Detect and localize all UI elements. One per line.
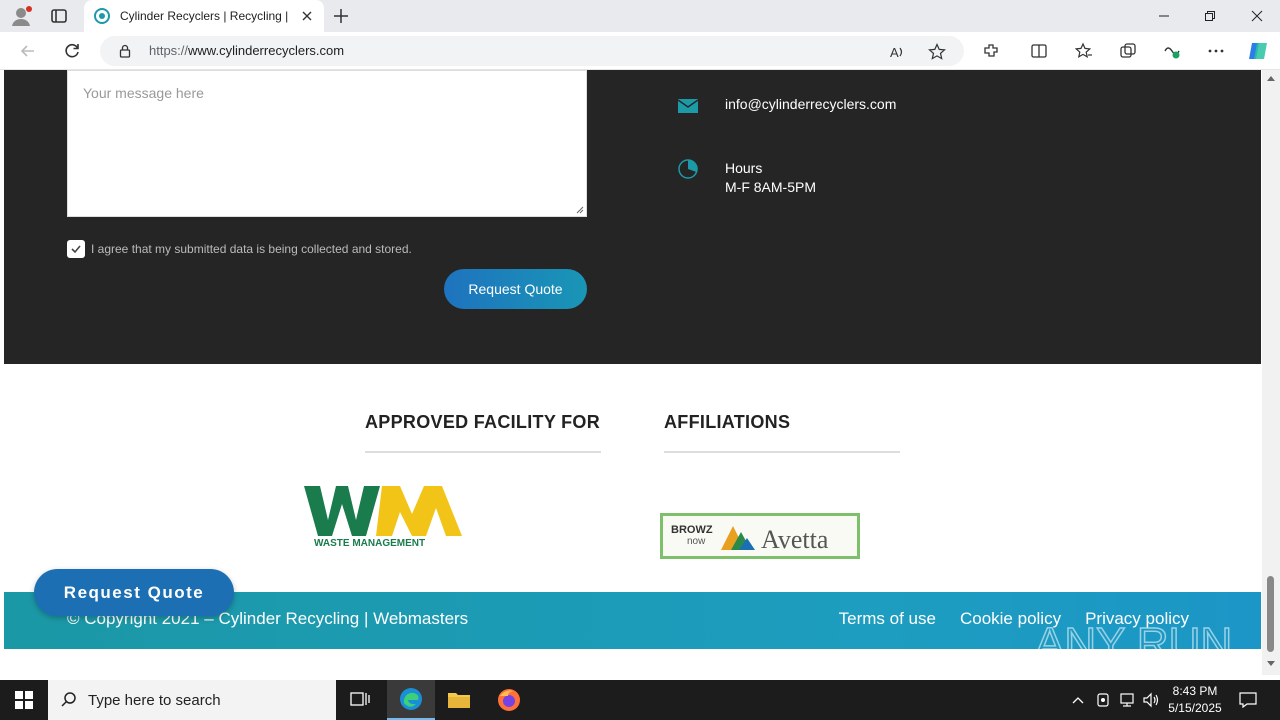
device-icon [1097,693,1109,707]
task-view-icon [350,692,370,706]
contact-hours-row: Hours M-F 8AM-5PM [678,159,816,197]
contact-email-row: info@cylinderrecyclers.com [678,96,896,116]
site-favicon-icon [94,8,110,24]
avetta-logo: BROWZ now Avetta [660,513,860,559]
browz-text: BROWZ [671,524,713,536]
read-aloud-icon[interactable]: A [888,43,906,61]
favorite-star-icon[interactable] [928,43,946,61]
svg-text:A: A [890,45,899,60]
favorites-icon[interactable] [1075,42,1093,60]
refresh-icon[interactable] [62,41,82,61]
page-scrollbar[interactable] [1262,70,1280,675]
address-bar-row: https://www.cylinderrecyclers.com A [0,32,1280,70]
avetta-text: Avetta [761,525,829,554]
now-text: now [687,536,706,547]
terms-of-use-link[interactable]: Terms of use [839,609,936,629]
new-tab-icon[interactable] [332,7,350,25]
start-button[interactable] [0,680,48,720]
browser-tab-active[interactable]: Cylinder Recyclers | Recycling | D [84,0,324,32]
edge-icon [400,688,422,710]
contact-email[interactable]: info@cylinderrecyclers.com [725,95,896,116]
watermark-text: ANY RUN [1035,619,1232,668]
anyrun-watermark: ANY RUN [1035,618,1233,669]
notification-button[interactable] [1234,680,1262,720]
contact-hours: Hours M-F 8AM-5PM [725,159,816,197]
url-text: https://www.cylinderrecyclers.com [149,43,345,58]
back-icon[interactable] [18,41,38,61]
taskbar-clock[interactable]: 8:43 PM 5/15/2025 [1160,683,1230,717]
split-screen-icon[interactable] [1030,42,1048,60]
minimize-button[interactable] [1141,0,1187,32]
contact-section: I agree that my submitted data is being … [4,70,1261,364]
waste-management-logo: WASTE MANAGEMENT [304,486,462,548]
consent-row: I agree that my submitted data is being … [67,240,412,258]
clock-date: 5/15/2025 [1168,701,1222,715]
collections-icon[interactable] [1119,42,1137,60]
close-tab-icon[interactable] [300,9,314,23]
more-options-icon[interactable] [1207,42,1225,60]
clock-time: 8:43 PM [1172,684,1218,698]
minimize-icon [1159,15,1169,17]
task-view-button[interactable] [336,680,384,720]
tray-network[interactable] [1116,680,1138,720]
search-icon [61,692,76,707]
hours-label: Hours [725,160,763,176]
message-input[interactable] [68,71,586,216]
tray-chevron[interactable] [1068,680,1088,720]
consent-checkbox[interactable] [67,240,85,258]
firefox-icon [498,689,520,711]
tray-device[interactable] [1094,680,1112,720]
restore-button[interactable] [1187,0,1233,32]
copilot-icon[interactable] [1247,40,1269,62]
affiliations-divider [664,451,900,453]
envelope-icon [678,99,698,113]
folder-icon [448,693,470,708]
approved-divider [365,451,601,453]
clock-pie-icon [678,159,698,179]
url-field[interactable]: https://www.cylinderrecyclers.com A [100,36,964,66]
scroll-thumb[interactable] [1267,576,1274,652]
notification-icon [1239,692,1257,708]
approved-facility-heading: APPROVED FACILITY FOR [365,412,600,432]
scroll-down-icon[interactable] [1266,660,1276,668]
search-placeholder: Type here to search [88,691,221,709]
tray-volume[interactable] [1140,680,1162,720]
network-icon [1120,693,1134,707]
affiliations-heading: AFFILIATIONS [664,412,791,432]
taskbar-firefox[interactable] [485,680,533,720]
tab-title: Cylinder Recyclers | Recycling | D [120,9,290,23]
consent-label: I agree that my submitted data is being … [91,242,412,256]
hours-value: M-F 8AM-5PM [725,179,816,195]
checkmark-icon [71,245,81,254]
close-window-button[interactable] [1234,0,1280,32]
taskbar-file-explorer[interactable] [435,680,483,720]
windows-logo-icon [15,691,33,709]
extensions-icon[interactable] [982,42,1000,60]
taskbar-search[interactable]: Type here to search [48,680,336,720]
request-quote-button[interactable]: Request Quote [444,269,587,309]
restore-icon [1205,11,1215,21]
tab-bar: Cylinder Recyclers | Recycling | D [0,0,1280,32]
page-viewport: I agree that my submitted data is being … [0,70,1262,675]
profile-icon[interactable] [10,5,32,27]
message-field-wrapper [67,70,587,217]
close-icon [1251,10,1263,22]
floating-request-quote-button[interactable]: Request Quote [34,569,234,616]
browser-essentials-icon[interactable] [1163,42,1181,60]
avetta-logo-graphic: BROWZ now Avetta [671,524,829,554]
volume-icon [1143,692,1159,708]
tab-actions-icon[interactable] [50,7,68,25]
scroll-up-icon[interactable] [1266,74,1276,82]
lock-icon[interactable] [118,44,132,58]
wm-logo-text: WASTE MANAGEMENT [314,538,425,548]
taskbar-edge[interactable] [387,680,435,720]
resize-handle-icon[interactable] [576,206,584,214]
windows-taskbar: Type here to search 8:43 PM 5/15/2025 [0,680,1280,720]
chevron-up-icon [1072,697,1084,704]
